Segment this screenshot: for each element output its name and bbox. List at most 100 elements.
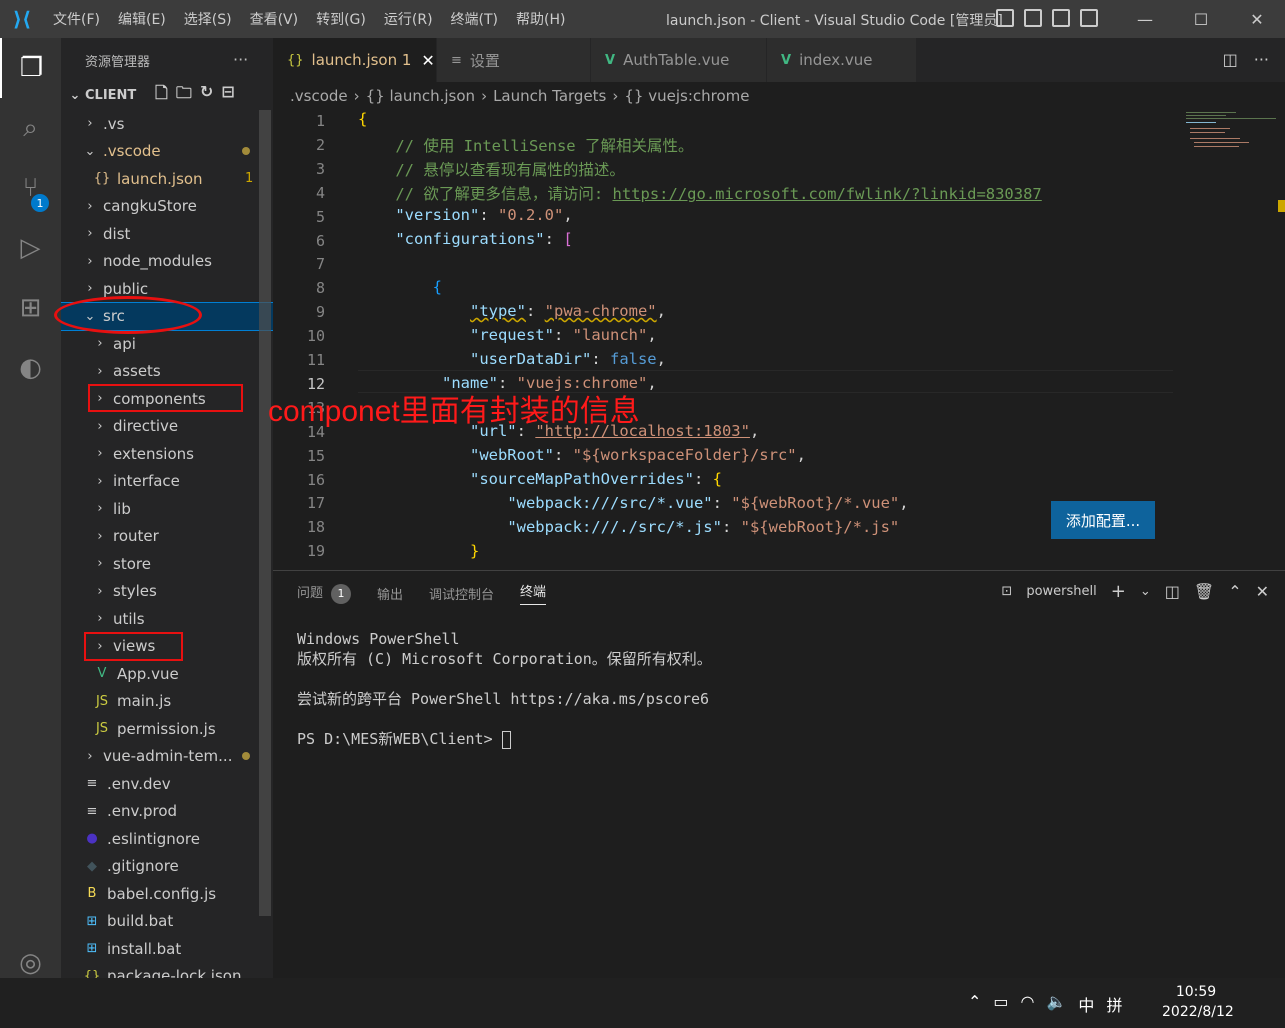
more-actions-icon[interactable]: ··· bbox=[1254, 50, 1269, 69]
tree-item[interactable]: › extensions bbox=[61, 440, 261, 467]
tree-item[interactable]: ⊞ build.bat bbox=[61, 908, 261, 935]
file-type-icon: B bbox=[87, 886, 97, 901]
tree-item[interactable]: JS permission.js bbox=[61, 715, 261, 742]
menu-file[interactable]: 文件(F) bbox=[44, 9, 109, 29]
run-debug-icon[interactable]: ▷ bbox=[0, 218, 61, 278]
tree-item[interactable]: V App.vue bbox=[61, 660, 261, 687]
tab-actions: ◫ ··· bbox=[1223, 50, 1269, 69]
source-control-icon[interactable]: ⑂ 1 bbox=[0, 158, 61, 218]
file-type-icon: JS bbox=[95, 721, 109, 736]
terminal-output[interactable]: Windows PowerShell 版权所有 (C) Microsoft Cor… bbox=[297, 629, 712, 749]
chevron-right-icon: › bbox=[97, 611, 103, 626]
tab-settings[interactable]: ≡ 设置 bbox=[437, 38, 591, 82]
collapse-all-icon[interactable]: ⊟ bbox=[221, 82, 234, 109]
battery-icon[interactable]: ▭ bbox=[993, 992, 1008, 1016]
tab-problems[interactable]: 问题 1 bbox=[297, 582, 352, 604]
split-editor-icon[interactable]: ◫ bbox=[1223, 50, 1238, 69]
new-terminal-icon[interactable]: + bbox=[1111, 581, 1126, 602]
explorer-icon[interactable]: ❐ bbox=[0, 38, 61, 98]
search-icon[interactable]: ⌕ bbox=[0, 98, 61, 158]
close-icon[interactable]: ✕ bbox=[421, 51, 434, 70]
menu-help[interactable]: 帮助(H) bbox=[507, 9, 574, 29]
tree-item[interactable]: ≡ .env.dev bbox=[61, 770, 261, 797]
edge-devtools-icon[interactable]: ◐ bbox=[0, 338, 61, 398]
chevron-right-icon: › bbox=[97, 418, 103, 434]
tree-item[interactable]: › assets bbox=[61, 358, 261, 385]
menu-view[interactable]: 查看(V) bbox=[241, 9, 308, 29]
tree-item[interactable]: › interface bbox=[61, 468, 261, 495]
tree-item[interactable]: › api bbox=[61, 330, 261, 357]
extensions-icon[interactable]: ⊞ bbox=[0, 278, 61, 338]
menu-go[interactable]: 转到(G) bbox=[307, 9, 375, 29]
more-actions-icon[interactable]: ··· bbox=[233, 50, 248, 69]
tree-item[interactable]: › lib bbox=[61, 495, 261, 522]
tree-item[interactable]: › router bbox=[61, 523, 261, 550]
maximize-icon[interactable]: ☐ bbox=[1173, 0, 1229, 38]
tree-item[interactable]: › utils bbox=[61, 605, 261, 632]
tab-output[interactable]: 输出 bbox=[377, 584, 403, 603]
show-hidden-icons-icon[interactable]: ⌃ bbox=[968, 992, 981, 1016]
code-editor[interactable]: 1 2 3 4 5 6 7 8 9 10 11 12 13 14 15 16 17 18 19 { // 使用 In… bbox=[273, 108, 1285, 570]
menu-selection[interactable]: 选择(S) bbox=[175, 9, 241, 29]
workspace-section[interactable]: ⌄ CLIENT 🗋 🗀 ↻ ⊟ bbox=[61, 82, 273, 108]
close-window-icon[interactable]: ✕ bbox=[1229, 0, 1285, 38]
tree-item[interactable]: ≡ .env.prod bbox=[61, 798, 261, 825]
tree-item[interactable]: ◆ .gitignore bbox=[61, 853, 261, 880]
menu-run[interactable]: 运行(R) bbox=[375, 9, 442, 29]
tree-item[interactable]: › styles bbox=[61, 578, 261, 605]
tree-item-label: .env.prod bbox=[107, 802, 178, 820]
tab-index-vue[interactable]: V index.vue bbox=[767, 38, 917, 82]
volume-icon[interactable]: 🔈 bbox=[1047, 992, 1067, 1016]
toggle-panel-icon[interactable] bbox=[1024, 9, 1042, 27]
tree-item[interactable]: › cangkuStore bbox=[61, 193, 261, 220]
add-configuration-button[interactable]: 添加配置... bbox=[1051, 501, 1155, 539]
split-terminal-icon[interactable]: ◫ bbox=[1165, 582, 1180, 601]
menu-edit[interactable]: 编辑(E) bbox=[109, 9, 175, 29]
shell-name[interactable]: powershell bbox=[1026, 584, 1096, 599]
tree-item[interactable]: › .vs bbox=[61, 110, 261, 137]
chevron-down-icon[interactable]: ⌄ bbox=[1140, 584, 1151, 599]
tree-item[interactable]: › store bbox=[61, 550, 261, 577]
tree-item[interactable]: ● .eslintignore bbox=[61, 825, 261, 852]
tree-item[interactable]: › directive bbox=[61, 413, 261, 440]
code-line: // 使用 IntelliSense 了解相关属性。 bbox=[395, 137, 694, 155]
wifi-icon[interactable]: ◠ bbox=[1021, 992, 1035, 1016]
minimap[interactable] bbox=[1178, 108, 1278, 168]
breadcrumb-item[interactable]: {} vuejs:chrome bbox=[624, 87, 749, 105]
toggle-secondary-sidebar-icon[interactable] bbox=[1052, 9, 1070, 27]
tree-item[interactable]: › node_modules bbox=[61, 248, 261, 275]
tree-item[interactable]: {} launch.json 1 bbox=[61, 165, 261, 192]
file-type-icon: JS bbox=[95, 693, 109, 709]
sidebar-scrollbar[interactable] bbox=[259, 110, 271, 916]
accounts-icon[interactable]: ◎ bbox=[0, 948, 61, 978]
refresh-icon[interactable]: ↻ bbox=[200, 82, 213, 109]
new-file-icon[interactable]: 🗋 bbox=[155, 82, 168, 109]
tree-item[interactable]: › dist bbox=[61, 220, 261, 247]
breadcrumb-item[interactable]: {} launch.json bbox=[366, 87, 475, 105]
menu-terminal[interactable]: 终端(T) bbox=[442, 9, 507, 29]
minimize-icon[interactable]: — bbox=[1117, 0, 1173, 38]
tab-authtable-vue[interactable]: V AuthTable.vue bbox=[591, 38, 767, 82]
tab-launch-json[interactable]: {} launch.json 1 ✕ bbox=[273, 38, 437, 82]
close-panel-icon[interactable]: ✕ bbox=[1256, 582, 1269, 601]
breadcrumb-item[interactable]: .vscode bbox=[290, 87, 348, 105]
ime-mode[interactable]: 拼 bbox=[1106, 992, 1122, 1016]
maximize-panel-icon[interactable]: ⌃ bbox=[1228, 582, 1241, 601]
tab-terminal[interactable]: 终端 bbox=[520, 581, 547, 605]
tree-item[interactable]: Bbabel.config.js bbox=[61, 880, 261, 907]
system-clock[interactable]: 10:59 2022/8/12 bbox=[1162, 982, 1234, 1022]
tab-debug-console[interactable]: 调试控制台 bbox=[429, 584, 494, 603]
tree-item[interactable]: ⌄ .vscode bbox=[61, 138, 261, 165]
new-folder-icon[interactable]: 🗀 bbox=[176, 82, 192, 109]
chevron-right-icon: › bbox=[87, 748, 93, 764]
kill-terminal-icon[interactable]: 🗑 bbox=[1194, 582, 1214, 601]
tree-item[interactable]: JS main.js bbox=[61, 688, 261, 715]
toggle-sidebar-icon[interactable] bbox=[996, 9, 1014, 27]
tree-item[interactable]: › vue-admin-tem... bbox=[61, 743, 261, 770]
customize-layout-icon[interactable] bbox=[1080, 9, 1098, 27]
tree-item[interactable]: {} package-lock.json bbox=[61, 963, 261, 978]
ime-language[interactable]: 中 bbox=[1078, 992, 1094, 1016]
breadcrumb-item[interactable]: Launch Targets bbox=[493, 87, 606, 105]
menu-bar: 文件(F) 编辑(E) 选择(S) 查看(V) 转到(G) 运行(R) 终端(T… bbox=[44, 9, 574, 29]
tree-item[interactable]: ⊞ install.bat bbox=[61, 935, 261, 962]
